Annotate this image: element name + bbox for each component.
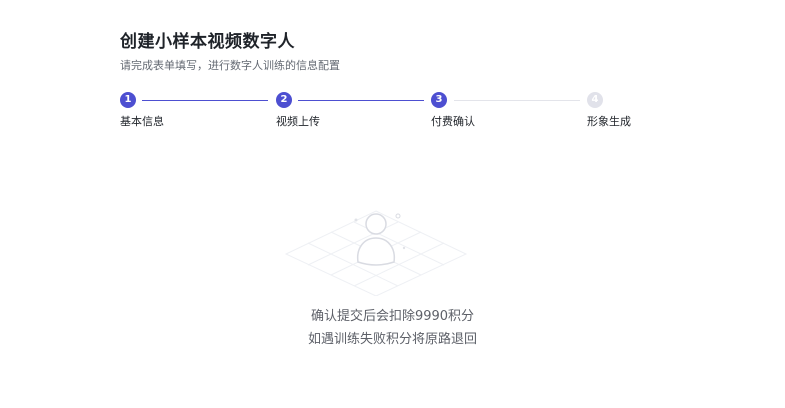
deduct-points-message: 确认提交后会扣除9990积分 — [310, 309, 475, 324]
step-connector-3 — [454, 99, 580, 101]
step-number-3: 3 — [431, 92, 447, 108]
page-subtitle: 请完成表单填写，进行数字人训练的信息配置 — [120, 59, 340, 72]
step-number-1: 1 — [120, 92, 136, 108]
step-number-2: 2 — [276, 92, 292, 108]
step-number-4: 4 — [587, 92, 603, 108]
step-connector-2 — [298, 99, 424, 101]
page-title: 创建小样本视频数字人 — [120, 32, 295, 52]
step-label-1: 基本信息 — [120, 115, 164, 128]
user-placeholder-icon — [276, 196, 476, 297]
step-label-2: 视频上传 — [276, 115, 320, 128]
refund-policy-message: 如遇训练失败积分将原路退回 — [307, 332, 477, 347]
stepper: 1 基本信息 2 视频上传 3 付费确认 4 形象生成 — [120, 92, 640, 132]
step-connector-1 — [142, 99, 268, 101]
step-label-3: 付费确认 — [431, 115, 475, 128]
step-label-4: 形象生成 — [587, 115, 631, 128]
